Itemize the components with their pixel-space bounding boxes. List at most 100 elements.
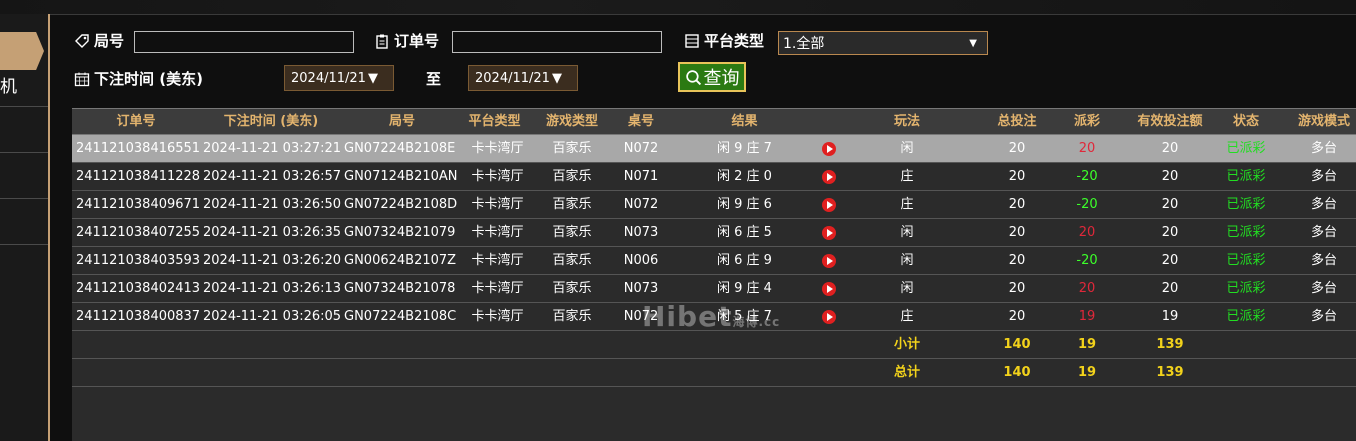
chevron-down-icon: ▼ [969, 37, 977, 49]
sidebar-item[interactable] [0, 106, 50, 153]
cell-valid: 20 [1161, 281, 1179, 296]
cell-result: 闲 6 庄 5 [717, 225, 772, 240]
cell-time: 2024-11-21 03:27:21 [203, 141, 342, 156]
col-result[interactable]: 结果 [692, 109, 797, 136]
subtotal-label: 小计 [893, 337, 920, 352]
cell-total: 20 [1008, 281, 1026, 296]
play-replay-icon[interactable] [822, 170, 836, 184]
cell-bet: 闲 [900, 141, 914, 156]
cell-table: N072 [623, 197, 659, 212]
cell-mode: 多台 [1310, 197, 1337, 212]
cell-valid: 20 [1161, 253, 1179, 268]
cell-mode: 多台 [1310, 141, 1337, 156]
tag-icon [75, 33, 89, 48]
cell-order: 241121038409671 [76, 197, 201, 212]
search-icon [685, 69, 701, 85]
cell-round: GN07224B2108C [344, 309, 457, 324]
play-replay-icon[interactable] [822, 142, 836, 156]
cell-bet: 庄 [900, 169, 914, 184]
cell-order: 241121038402413 [76, 281, 201, 296]
cell-status: 已派彩 [1226, 169, 1266, 184]
table-row[interactable]: 241121038407255 2024-11-21 03:26:35 GN0732… [72, 219, 1356, 247]
col-time[interactable]: 下注时间 (美东) [200, 109, 342, 136]
grandtotal-payout: 19 [1077, 365, 1097, 380]
table-row[interactable]: 241121038402413 2024-11-21 03:26:13 GN0732… [72, 275, 1356, 303]
cell-result: 闲 2 庄 0 [717, 169, 772, 184]
subtotal-total: 140 [1003, 337, 1031, 352]
cell-valid: 20 [1161, 197, 1179, 212]
cell-status: 已派彩 [1226, 141, 1266, 156]
cell-total: 20 [1008, 309, 1026, 324]
col-bet[interactable]: 玩法 [872, 109, 942, 136]
col-payout[interactable]: 派彩 [1057, 109, 1117, 136]
col-round[interactable]: 局号 [342, 109, 462, 136]
cell-valid: 20 [1161, 169, 1179, 184]
date-from-select[interactable]: 2024/11/21 ▼ [284, 65, 394, 91]
table-row[interactable]: 241121038411228 2024-11-21 03:26:57 GN0712… [72, 163, 1356, 191]
cell-payout: 20 [1078, 225, 1096, 240]
play-replay-icon[interactable] [822, 198, 836, 212]
cell-status: 已派彩 [1226, 225, 1266, 240]
col-platform[interactable]: 平台类型 [462, 109, 527, 136]
col-table[interactable]: 桌号 [612, 109, 670, 136]
col-game[interactable]: 游戏类型 [536, 109, 608, 136]
order-input[interactable] [452, 31, 662, 53]
cell-payout: 20 [1078, 141, 1096, 156]
round-input[interactable] [134, 31, 354, 53]
sidebar-item-machine[interactable]: 机 [0, 60, 50, 107]
play-replay-icon[interactable] [822, 254, 836, 268]
grandtotal-row: 总计 140 19 139 [72, 359, 1356, 387]
play-replay-icon[interactable] [822, 310, 836, 324]
bet-records-table: 订单号 下注时间 (美东) 局号 平台类型 游戏类型 桌号 结果 玩法 总投注 … [72, 108, 1356, 441]
cell-platform: 卡卡湾厅 [471, 281, 524, 296]
cell-platform: 卡卡湾厅 [471, 309, 524, 324]
subtotal-payout: 19 [1077, 337, 1097, 352]
cell-platform: 卡卡湾厅 [471, 169, 524, 184]
cell-payout: 20 [1078, 281, 1096, 296]
cell-time: 2024-11-21 03:26:20 [203, 253, 342, 268]
cell-platform: 卡卡湾厅 [471, 141, 524, 156]
cell-round: GN07324B21078 [344, 281, 456, 296]
cell-total: 20 [1008, 225, 1026, 240]
play-replay-icon[interactable] [822, 282, 836, 296]
cell-game: 百家乐 [552, 141, 592, 156]
cell-bet: 庄 [900, 309, 914, 324]
cell-bet: 闲 [900, 281, 914, 296]
query-button[interactable]: 查询 [678, 62, 746, 92]
col-mode[interactable]: 游戏模式 [1282, 109, 1356, 136]
cell-table: N073 [623, 225, 659, 240]
table-row[interactable]: 241121038409671 2024-11-21 03:26:50 GN0722… [72, 191, 1356, 219]
cell-status: 已派彩 [1226, 253, 1266, 268]
sidebar-item[interactable] [0, 198, 50, 245]
cell-time: 2024-11-21 03:26:13 [203, 281, 342, 296]
cell-result: 闲 9 庄 4 [717, 281, 772, 296]
cell-table: N073 [623, 281, 659, 296]
col-valid[interactable]: 有效投注额 [1122, 109, 1218, 136]
cell-game: 百家乐 [552, 169, 592, 184]
col-order[interactable]: 订单号 [72, 109, 200, 136]
col-total[interactable]: 总投注 [982, 109, 1052, 136]
cell-table: N072 [623, 141, 659, 156]
cell-bet: 庄 [900, 197, 914, 212]
cell-result: 闲 9 庄 6 [717, 197, 772, 212]
play-replay-icon[interactable] [822, 226, 836, 240]
cell-payout: -20 [1076, 169, 1098, 184]
sidebar: 机 [0, 14, 50, 441]
clipboard-icon [376, 34, 388, 49]
col-status[interactable]: 状态 [1212, 109, 1280, 136]
table-row[interactable]: 241121038416551 2024-11-21 03:27:21 GN0722… [72, 135, 1356, 163]
cell-valid: 20 [1161, 141, 1179, 156]
date-to-select[interactable]: 2024/11/21 ▼ [468, 65, 578, 91]
main-panel: 局号 订单号 平台类型 1.全部 ▼ 下注时间 (美东) 2024/11/21 … [50, 14, 1356, 441]
table-header: 订单号 下注时间 (美东) 局号 平台类型 游戏类型 桌号 结果 玩法 总投注 … [72, 108, 1356, 135]
order-filter-label: 订单号 [374, 30, 439, 51]
bet-time-label: 下注时间 (美东) [74, 68, 203, 89]
calendar-icon [74, 72, 90, 86]
cell-status: 已派彩 [1226, 309, 1266, 324]
table-row[interactable]: 241121038403593 2024-11-21 03:26:20 GN0062… [72, 247, 1356, 275]
cell-total: 20 [1008, 169, 1026, 184]
cell-mode: 多台 [1310, 281, 1337, 296]
sidebar-item[interactable] [0, 152, 50, 199]
cell-payout: -20 [1076, 253, 1098, 268]
platform-select[interactable]: 1.全部 ▼ [778, 31, 988, 55]
